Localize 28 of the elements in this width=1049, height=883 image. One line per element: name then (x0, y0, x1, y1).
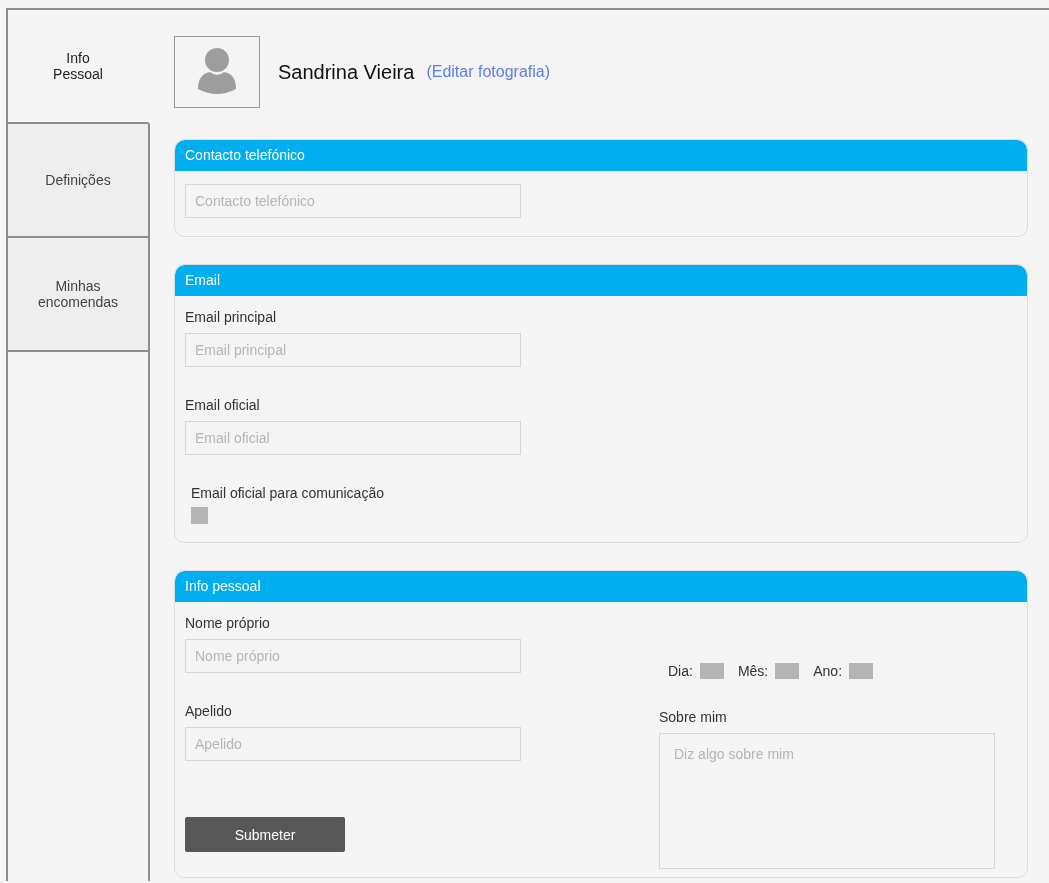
section-header: Contacto telefónico (175, 140, 1027, 171)
date-label: Mês: (737, 663, 769, 679)
field-label: Apelido (185, 703, 233, 719)
checkbox-label: Email oficial para comunicação (191, 485, 385, 501)
sidebar-tab[interactable]: Definições (8, 124, 150, 238)
date-select[interactable] (775, 663, 800, 679)
section-header: Info pessoal (175, 571, 1027, 602)
input-field[interactable]: Apelido (185, 727, 521, 761)
section-header: Email (175, 265, 1027, 296)
checkbox[interactable] (191, 507, 208, 524)
input-field[interactable]: Nome próprio (185, 639, 521, 673)
avatar-icon (174, 36, 260, 108)
field-label: Email principal (185, 309, 278, 325)
edit-photo-link[interactable]: (Editar fotografia) (426, 63, 550, 81)
input-field[interactable]: Contacto telefónico (185, 184, 521, 218)
date-select[interactable] (699, 663, 724, 679)
date-select[interactable] (849, 663, 874, 679)
sidebar-tab[interactable]: Minhas encomendas (8, 238, 150, 352)
field-label: Nome próprio (185, 615, 271, 631)
input-field[interactable]: Email oficial (185, 421, 521, 455)
submit-button[interactable]: Submeter (185, 817, 345, 852)
field-label: Email oficial (185, 397, 261, 413)
date-label: Ano: (813, 663, 843, 679)
profile-name: Sandrina Vieira (278, 60, 415, 84)
input-field[interactable]: Email principal (185, 333, 521, 367)
field-label: Sobre mim (659, 709, 728, 725)
date-label: Dia: (668, 663, 693, 679)
text-area[interactable]: Diz algo sobre mim (659, 733, 995, 869)
